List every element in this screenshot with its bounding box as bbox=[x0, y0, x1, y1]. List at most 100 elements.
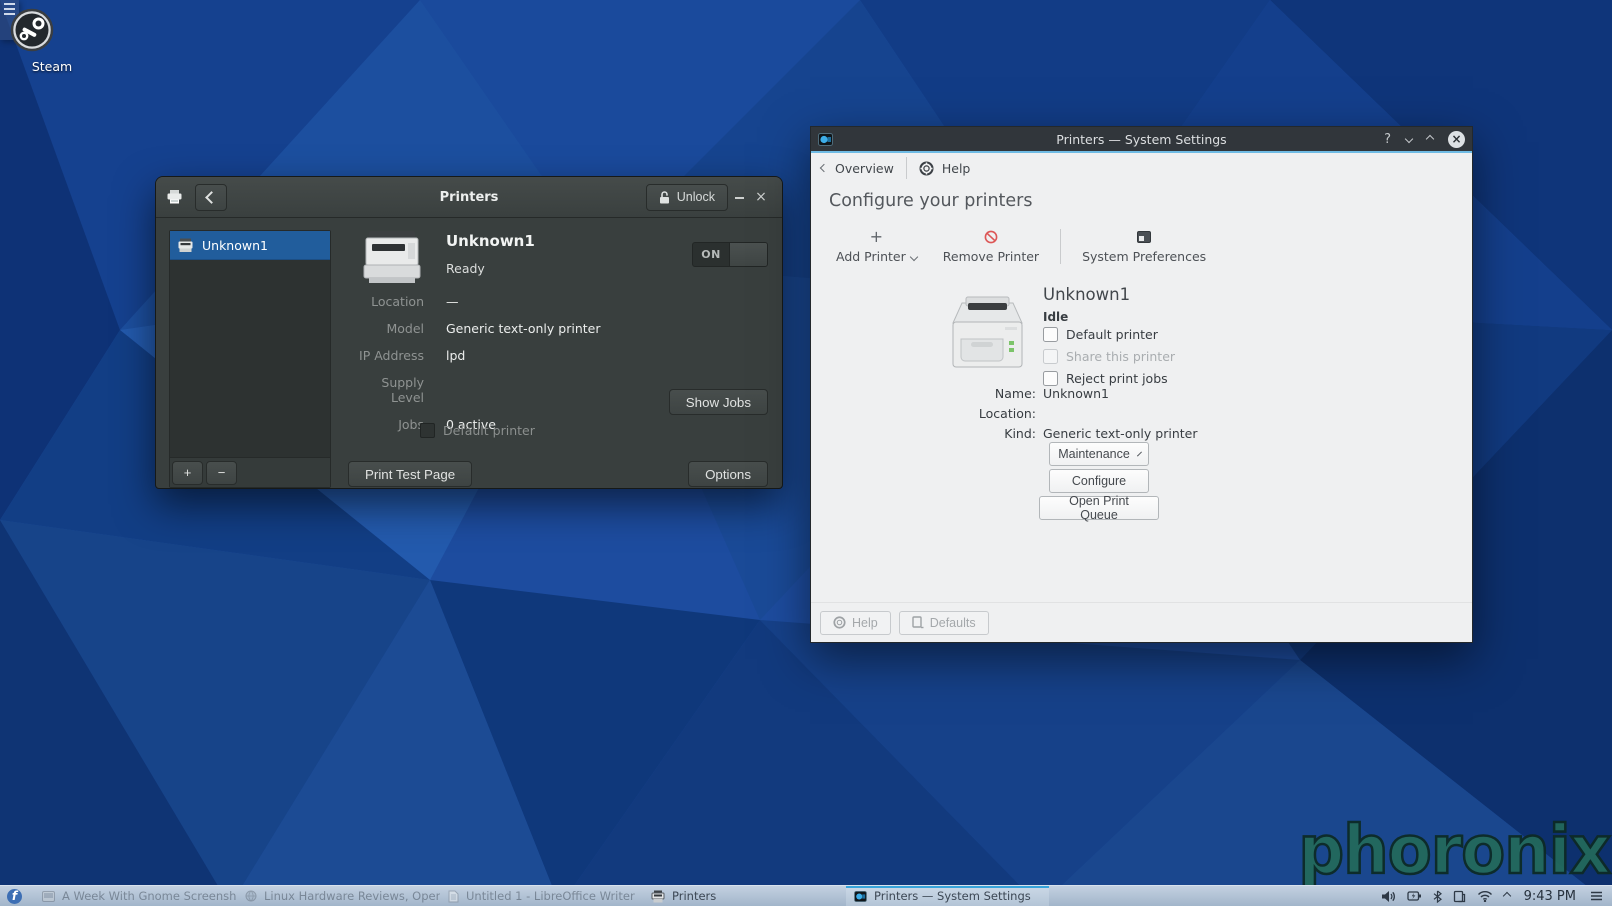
gnome-minimize-button[interactable] bbox=[728, 189, 750, 205]
kde-titlebar: Printers — System Settings ? × bbox=[811, 127, 1472, 151]
kde-window-title: Printers — System Settings bbox=[811, 132, 1472, 147]
printer-info-fields: Name: Unknown1 Location: Kind: Generic t… bbox=[811, 386, 1472, 441]
nav-separator bbox=[906, 157, 907, 179]
default-printer-checkbox[interactable] bbox=[420, 423, 435, 438]
kde-system-settings-window: Printers — System Settings ? × Overview … bbox=[810, 126, 1473, 643]
page-title: Configure your printers bbox=[829, 191, 1033, 211]
chevron-down-icon bbox=[910, 252, 918, 260]
task-system-settings[interactable]: Printers — System Settings bbox=[846, 886, 1049, 906]
overview-back-button[interactable]: Overview bbox=[821, 161, 894, 176]
task-libreoffice-writer[interactable]: Untitled 1 - LibreOffice Writer bbox=[440, 886, 643, 906]
show-jobs-button[interactable]: Show Jobs bbox=[669, 389, 768, 415]
print-test-page-button[interactable]: Print Test Page bbox=[348, 461, 472, 487]
printer-name: Unknown1 bbox=[446, 232, 535, 250]
share-printer-row: Share this printer bbox=[1043, 349, 1175, 364]
defaults-icon bbox=[912, 616, 924, 629]
reject-jobs-checkbox[interactable] bbox=[1043, 371, 1058, 386]
nav-help-button[interactable]: Help bbox=[919, 161, 971, 176]
wifi-icon[interactable] bbox=[1477, 890, 1493, 902]
remove-printer-button[interactable]: − bbox=[206, 461, 237, 485]
kde-titlebar-buttons: ? × bbox=[1384, 131, 1465, 148]
switch-knob[interactable] bbox=[729, 243, 767, 266]
task-gnome-screenshot[interactable]: A Week With Gnome Screenshot… bbox=[34, 886, 237, 906]
default-printer-row[interactable]: Default printer bbox=[420, 423, 535, 438]
field-label-location: Location bbox=[348, 294, 424, 309]
options-button[interactable]: Options bbox=[688, 461, 768, 487]
printer-sidebar: Unknown1 + − bbox=[169, 230, 331, 488]
battery-icon[interactable] bbox=[1407, 890, 1422, 902]
kde-printer-name: Unknown1 bbox=[1043, 285, 1130, 304]
kde-printer-status: Idle bbox=[1043, 310, 1068, 324]
kde-footer-bar: Help Defaults bbox=[811, 602, 1472, 642]
kde-help-button[interactable]: ? bbox=[1384, 132, 1391, 147]
printer-option-checkboxes: Default printer Share this printer Rejec… bbox=[1043, 327, 1175, 386]
steam-icon bbox=[10, 8, 94, 52]
gnome-printers-window: Printers Unlock × bbox=[155, 176, 783, 489]
gnome-close-button[interactable]: × bbox=[750, 189, 772, 205]
printer-list-item-unknown1[interactable]: Unknown1 bbox=[170, 231, 330, 260]
steam-shortcut[interactable]: Steam bbox=[10, 8, 94, 74]
name-field-label: Name: bbox=[811, 386, 1036, 401]
add-printer-tool[interactable]: + Add Printer bbox=[823, 225, 930, 268]
volume-icon[interactable] bbox=[1381, 890, 1396, 903]
add-printer-button[interactable]: + bbox=[172, 461, 203, 485]
gnome-window-body: Unknown1 + − Unknown1 Ready bbox=[156, 218, 782, 500]
footer-help-button[interactable]: Help bbox=[820, 611, 891, 635]
clock[interactable]: 9:43 PM bbox=[1524, 889, 1576, 904]
system-tray: 9:43 PM bbox=[1381, 889, 1612, 904]
tray-expander-chevron-up-icon[interactable] bbox=[1502, 892, 1510, 900]
application-launcher-fedora-icon[interactable]: f bbox=[7, 889, 22, 904]
maintenance-dropdown[interactable]: Maintenance bbox=[1049, 442, 1149, 466]
printer-image bbox=[362, 230, 422, 285]
field-value-location: — bbox=[446, 294, 769, 309]
kde-nav-toolbar: Overview Help bbox=[811, 153, 1472, 183]
gnome-headerbar: Printers Unlock × bbox=[156, 177, 782, 218]
printer-status: Ready bbox=[446, 261, 485, 276]
printer-details-panel: Unknown1 Ready ON Location — Model Gener… bbox=[348, 230, 769, 488]
field-label-supply: Supply Level bbox=[348, 375, 424, 405]
kde-minimize-button[interactable] bbox=[1405, 135, 1413, 143]
unlock-button[interactable]: Unlock bbox=[646, 184, 728, 211]
printer-on-switch[interactable]: ON bbox=[692, 242, 768, 267]
printer-action-buttons: Maintenance Configure Open Print Queue bbox=[1039, 442, 1159, 520]
kde-close-button[interactable]: × bbox=[1448, 131, 1465, 148]
default-printer-row[interactable]: Default printer bbox=[1043, 327, 1175, 342]
system-preferences-tool[interactable]: System Preferences bbox=[1069, 225, 1219, 268]
printer-item-label: Unknown1 bbox=[202, 238, 268, 253]
open-print-queue-button[interactable]: Open Print Queue bbox=[1039, 496, 1159, 520]
location-field-label: Location: bbox=[811, 406, 1036, 421]
lock-icon bbox=[659, 191, 670, 204]
kde-printer-image bbox=[939, 291, 1036, 381]
switch-on-label: ON bbox=[693, 243, 729, 266]
printer-icon bbox=[651, 890, 665, 903]
footer-defaults-button[interactable]: Defaults bbox=[899, 611, 989, 635]
remove-printer-tool[interactable]: Remove Printer bbox=[930, 225, 1052, 268]
configure-button[interactable]: Configure bbox=[1049, 469, 1149, 493]
remove-prohibited-icon bbox=[984, 229, 998, 245]
sidebar-toolbar: + − bbox=[170, 457, 330, 487]
field-value-model: Generic text-only printer bbox=[446, 321, 769, 336]
printer-list[interactable]: Unknown1 bbox=[170, 231, 330, 457]
details-bottom-bar: Print Test Page Options bbox=[348, 461, 768, 487]
task-browser[interactable]: Linux Hardware Reviews, Open… bbox=[237, 886, 440, 906]
reject-jobs-row[interactable]: Reject print jobs bbox=[1043, 371, 1175, 386]
bluetooth-icon[interactable] bbox=[1433, 890, 1442, 903]
task-gnome-printers[interactable]: Printers bbox=[643, 886, 846, 906]
chevron-down-icon bbox=[1137, 452, 1142, 457]
default-printer-checkbox[interactable] bbox=[1043, 327, 1058, 342]
gnome-back-button[interactable] bbox=[195, 184, 227, 211]
plus-icon: + bbox=[870, 229, 883, 245]
panel-menu-icon[interactable] bbox=[1590, 891, 1603, 901]
share-printer-checkbox bbox=[1043, 349, 1058, 364]
printer-small-icon bbox=[177, 238, 194, 253]
steam-label: Steam bbox=[10, 59, 94, 74]
chevron-left-icon bbox=[205, 191, 218, 204]
location-field-value bbox=[1043, 406, 1472, 421]
kind-field-value: Generic text-only printer bbox=[1043, 426, 1472, 441]
kde-maximize-button[interactable] bbox=[1426, 135, 1434, 143]
chevron-left-icon bbox=[820, 164, 828, 172]
toolbar-separator bbox=[1060, 229, 1061, 264]
help-lifering-icon bbox=[833, 616, 846, 629]
clipboard-icon[interactable] bbox=[1453, 890, 1466, 903]
system-settings-icon bbox=[854, 891, 867, 902]
